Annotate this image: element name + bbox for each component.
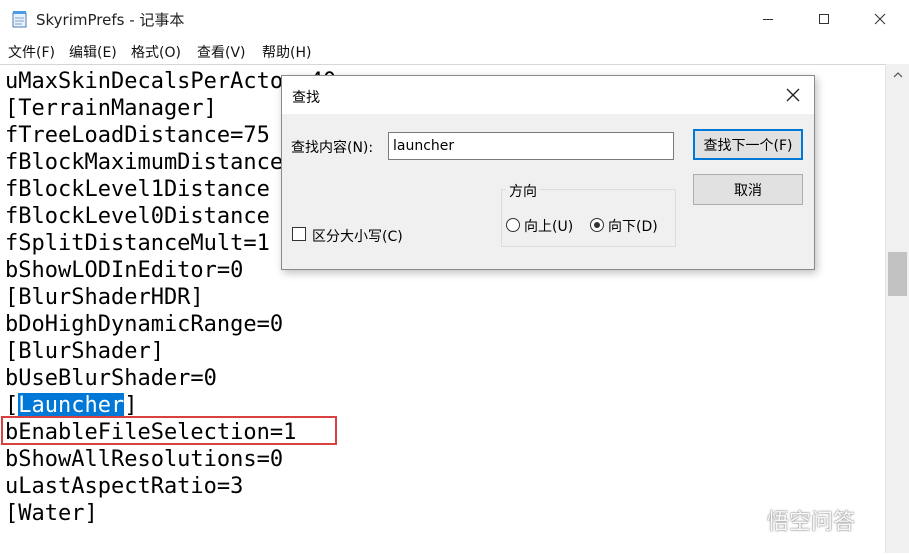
- editor-line: [BlurShader]: [5, 339, 164, 364]
- direction-down-radio[interactable]: [590, 218, 604, 232]
- scroll-thumb[interactable]: [888, 252, 907, 296]
- title-bar: SkyrimPrefs - 记事本: [0, 0, 909, 38]
- menu-help[interactable]: 帮助(H): [262, 42, 311, 62]
- editor-line: fBlockLevel0Distance: [5, 204, 270, 229]
- close-window-button[interactable]: [852, 0, 908, 38]
- find-label: 查找内容(N):: [291, 140, 374, 156]
- watermark: 悟空问答: [735, 504, 855, 536]
- chat-bubble-icon: [736, 510, 760, 528]
- find-next-button[interactable]: 查找下一个(F): [693, 129, 803, 160]
- menu-format[interactable]: 格式(O): [131, 42, 181, 62]
- direction-up-radio[interactable]: [506, 218, 520, 232]
- close-icon: [874, 13, 886, 25]
- editor-line: fTreeLoadDistance=75: [5, 123, 270, 148]
- dialog-title: 查找: [292, 90, 320, 106]
- menu-view[interactable]: 查看(V): [197, 42, 246, 62]
- bracket-open: [: [5, 393, 19, 418]
- editor-line: [Water]: [5, 501, 98, 526]
- editor-line: [BlurShaderHDR]: [5, 285, 204, 310]
- editor-line: fBlockMaximumDistance: [5, 150, 284, 175]
- editor-line: bUseBlurShader=0: [5, 366, 217, 391]
- bracket-close: ]: [124, 393, 138, 418]
- watermark-text: 悟空问答: [767, 510, 856, 535]
- editor-line: fBlockLevel1Distance: [5, 177, 270, 202]
- chevron-up-icon: [893, 72, 903, 78]
- minimize-button[interactable]: [740, 0, 796, 38]
- maximize-icon: [819, 14, 829, 24]
- window-title: SkyrimPrefs - 记事本: [36, 11, 185, 29]
- editor-line-launcher: [Launcher]: [5, 392, 137, 419]
- match-case-checkbox[interactable]: [292, 227, 306, 241]
- notepad-icon: [12, 11, 27, 28]
- close-icon: [786, 88, 800, 102]
- vertical-scrollbar[interactable]: [885, 64, 909, 553]
- menu-edit[interactable]: 编辑(E): [69, 42, 117, 62]
- highlight-box: [1, 416, 337, 445]
- editor-line: bDoHighDynamicRange=0: [5, 312, 284, 337]
- cancel-button[interactable]: 取消: [693, 174, 803, 205]
- editor-line: [TerrainManager]: [5, 96, 217, 121]
- dialog-close-button[interactable]: [778, 80, 808, 110]
- scroll-up-button[interactable]: [886, 66, 909, 84]
- direction-label: 方向: [506, 181, 540, 201]
- selected-text: Launcher: [18, 393, 125, 418]
- menu-bar: 文件(F) 编辑(E) 格式(O) 查看(V) 帮助(H): [0, 38, 909, 64]
- editor-line: bShowAllResolutions=0: [5, 447, 284, 472]
- maximize-button[interactable]: [796, 0, 852, 38]
- dialog-title-bar: 查找: [282, 76, 814, 114]
- menu-file[interactable]: 文件(F): [8, 42, 55, 62]
- minimize-icon: [763, 19, 773, 20]
- direction-down-label[interactable]: 向下(D): [608, 216, 658, 236]
- match-case-label[interactable]: 区分大小写(C): [312, 226, 403, 246]
- editor-line: bShowLODInEditor=0: [5, 258, 244, 283]
- editor-line: fSplitDistanceMult=1: [5, 231, 270, 256]
- find-dialog: 查找 查找内容(N): 查找下一个(F) 取消 方向 向上(U) 向下(D) 区…: [281, 75, 815, 270]
- direction-up-label[interactable]: 向上(U): [524, 216, 573, 236]
- find-input[interactable]: [388, 132, 674, 160]
- editor-line: uLastAspectRatio=3: [5, 474, 244, 499]
